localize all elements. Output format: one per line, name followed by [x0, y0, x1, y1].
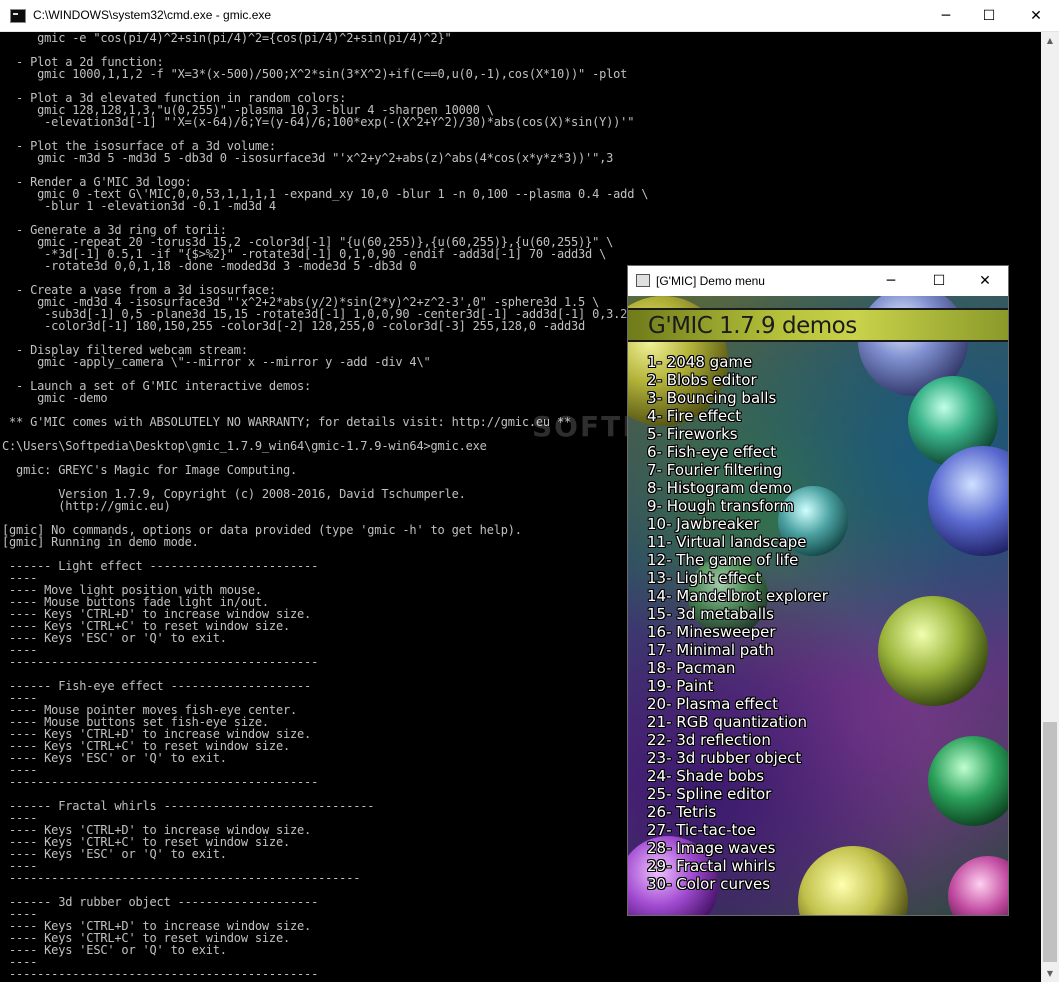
demo-menu-item[interactable]: 10- Jawbreaker: [647, 515, 828, 533]
cmd-app-icon[interactable]: [10, 9, 26, 23]
demo-menu-item[interactable]: 8- Histogram demo: [647, 479, 828, 497]
gmic-maximize-button[interactable]: ☐: [916, 266, 962, 296]
demo-menu-item[interactable]: 17- Minimal path: [647, 641, 828, 659]
demo-menu-item[interactable]: 26- Tetris: [647, 803, 828, 821]
demo-menu-item[interactable]: 18- Pacman: [647, 659, 828, 677]
demo-menu-item[interactable]: 24- Shade bobs: [647, 767, 828, 785]
scroll-up-arrow-icon[interactable]: ▲: [1041, 32, 1059, 49]
demo-menu-item[interactable]: 9- Hough transform: [647, 497, 828, 515]
cmd-maximize-button[interactable]: ☐: [966, 0, 1012, 32]
demo-menu-item[interactable]: 11- Virtual landscape: [647, 533, 828, 551]
decor-ball: [928, 736, 1008, 826]
decor-ball: [948, 856, 1008, 915]
demo-menu-item[interactable]: 19- Paint: [647, 677, 828, 695]
scroll-thumb[interactable]: [1043, 722, 1057, 962]
demo-menu-item[interactable]: 16- Minesweeper: [647, 623, 828, 641]
console-line: ----------------------------------------…: [2, 967, 319, 981]
demo-menu-item[interactable]: 28- Image waves: [647, 839, 828, 857]
console-line: ---- Keys 'ESC' or 'Q' to exit.: [2, 943, 227, 957]
demo-menu-item[interactable]: 6- Fish-eye effect: [647, 443, 828, 461]
gmic-window-title: [G'MIC] Demo menu: [656, 274, 765, 288]
demo-menu-item[interactable]: 12- The game of life: [647, 551, 828, 569]
gmic-titlebar[interactable]: [G'MIC] Demo menu ─ ☐ ✕: [628, 266, 1008, 296]
demo-menu-item[interactable]: 30- Color curves: [647, 875, 828, 893]
demo-menu-item[interactable]: 29- Fractal whirls: [647, 857, 828, 875]
demo-list: 1- 2048 game 2- Blobs editor 3- Bouncing b…: [647, 353, 828, 893]
demo-menu-item[interactable]: 23- 3d rubber object: [647, 749, 828, 767]
demo-header-title: G'MIC 1.7.9 demos: [648, 313, 857, 339]
demo-menu-item[interactable]: 1- 2048 game: [647, 353, 828, 371]
gmic-close-button[interactable]: ✕: [962, 266, 1008, 296]
scroll-down-arrow-icon[interactable]: ▼: [1041, 965, 1059, 982]
gmic-demo-window: [G'MIC] Demo menu ─ ☐ ✕ G'MIC 1.7.9 demo…: [627, 265, 1009, 916]
cmd-scrollbar[interactable]: ▲ ▼: [1041, 32, 1059, 982]
demo-menu-item[interactable]: 27- Tic-tac-toe: [647, 821, 828, 839]
console-line: gmic -e "cos(pi/4)^2+sin(pi/4)^2={cos(pi…: [2, 32, 452, 45]
demo-menu-item[interactable]: 21- RGB quantization: [647, 713, 828, 731]
demo-menu-item[interactable]: 25- Spline editor: [647, 785, 828, 803]
demo-menu-item[interactable]: 14- Mandelbrot explorer: [647, 587, 828, 605]
demo-menu-item[interactable]: 4- Fire effect: [647, 407, 828, 425]
cmd-close-button[interactable]: ✕: [1013, 0, 1059, 32]
decor-ball: [878, 596, 988, 706]
cmd-minimize-button[interactable]: ─: [923, 0, 969, 32]
demo-menu-item[interactable]: 2- Blobs editor: [647, 371, 828, 389]
gmic-minimize-button[interactable]: ─: [868, 266, 914, 296]
cmd-window-title: C:\WINDOWS\system32\cmd.exe - gmic.exe: [33, 8, 272, 22]
demo-menu-item[interactable]: 22- 3d reflection: [647, 731, 828, 749]
demo-menu-item[interactable]: 20- Plasma effect: [647, 695, 828, 713]
demo-menu-item[interactable]: 3- Bouncing balls: [647, 389, 828, 407]
console-line: gmic -m3d 5 -md3d 5 -db3d 0 -isosurface3…: [2, 151, 614, 165]
cmd-titlebar[interactable]: C:\WINDOWS\system32\cmd.exe - gmic.exe ─…: [0, 0, 1059, 32]
console-line: gmic 1000,1,1,2 -f "X=3*(x-500)/500;X^2*…: [2, 67, 628, 81]
gmic-window-icon[interactable]: [636, 274, 650, 287]
demo-menu-canvas[interactable]: G'MIC 1.7.9 demos 1- 2048 game 2- Blobs e…: [628, 296, 1008, 915]
console-line: -blur 1 -elevation3d -0.1 -md3d 4: [2, 199, 276, 213]
console-line: -elevation3d[-1] "'X=(x-64)/6;Y=(y-64)/6…: [2, 115, 635, 129]
demo-menu-item[interactable]: 15- 3d metaballs: [647, 605, 828, 623]
demo-menu-item[interactable]: 13- Light effect: [647, 569, 828, 587]
demo-menu-item[interactable]: 7- Fourier filtering: [647, 461, 828, 479]
demo-menu-item[interactable]: 5- Fireworks: [647, 425, 828, 443]
